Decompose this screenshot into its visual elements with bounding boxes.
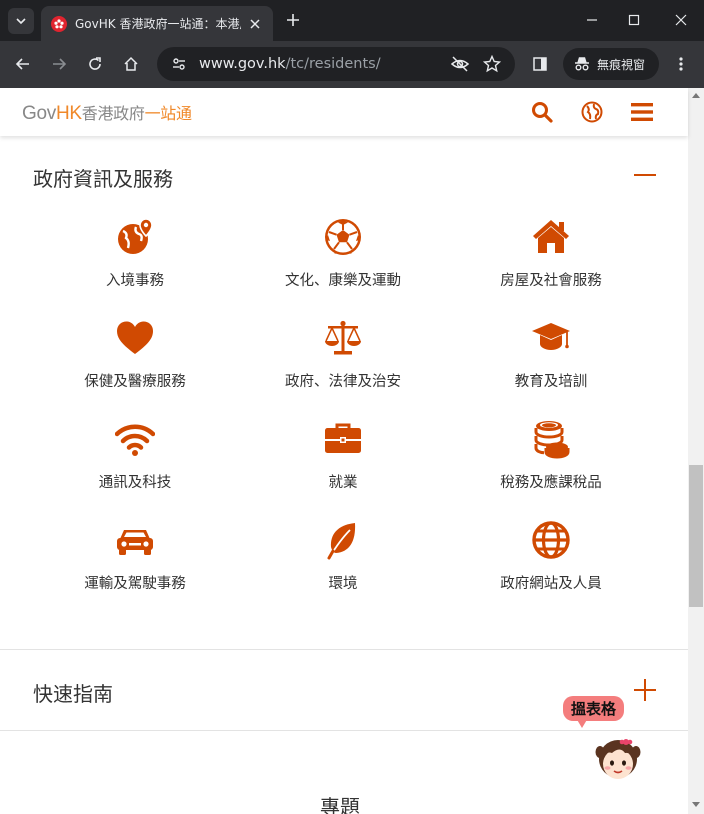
- incognito-label: 無痕視窗: [597, 57, 646, 72]
- logo-name-part1: 香港政府: [81, 104, 145, 123]
- browser-window: GovHK 香港政府一站通：本港居民: [0, 0, 704, 814]
- collapse-minus-icon[interactable]: [632, 162, 658, 188]
- service-label: 運輸及駕駛事務: [84, 576, 186, 592]
- service-label: 文化、康樂及運動: [285, 273, 401, 289]
- url-host: www.gov.hk: [199, 56, 286, 72]
- form-finder-bubble[interactable]: 搵表格: [563, 696, 625, 721]
- house-icon: [529, 215, 573, 259]
- leaf-icon: [321, 518, 365, 562]
- close-window-button[interactable]: [666, 6, 696, 34]
- girl-mascot-icon[interactable]: [592, 732, 644, 784]
- url-text[interactable]: www.gov.hk/tc/residents/: [199, 56, 439, 72]
- service-label: 環境: [328, 576, 358, 592]
- service-label: 稅務及應課稅品: [500, 475, 602, 491]
- scroll-up-arrow-icon[interactable]: [688, 88, 704, 102]
- back-button[interactable]: [10, 51, 36, 77]
- service-employment[interactable]: 就業: [243, 417, 443, 492]
- service-education[interactable]: 教育及培訓: [451, 316, 651, 391]
- service-transport-driving[interactable]: 運輸及駕駛事務: [35, 518, 235, 593]
- service-label: 政府網站及人員: [500, 576, 602, 592]
- tab-strip: GovHK 香港政府一站通：本港居民: [0, 0, 704, 41]
- service-label: 保健及醫療服務: [84, 374, 186, 390]
- menu-button[interactable]: [668, 51, 694, 77]
- service-housing-social[interactable]: 房屋及社會服務: [451, 215, 651, 290]
- soccer-ball-icon: [321, 215, 365, 259]
- scroll-down-arrow-icon[interactable]: [688, 798, 704, 812]
- section-title-quick-guide[interactable]: 快速指南: [33, 678, 113, 707]
- bubble-tail: [576, 718, 588, 728]
- logo-name-part2: 一站通: [144, 104, 192, 123]
- browser-tab[interactable]: GovHK 香港政府一站通：本港居民: [41, 6, 273, 41]
- bookmark-star-icon[interactable]: [481, 53, 503, 75]
- section-title-topics: 專題: [320, 795, 360, 814]
- service-immigration[interactable]: 入境事務: [35, 215, 235, 290]
- maximize-button[interactable]: [619, 6, 649, 34]
- briefcase-icon: [321, 417, 365, 461]
- scales-icon: [321, 316, 365, 360]
- service-label: 通訊及科技: [98, 475, 172, 491]
- tab-title: GovHK 香港政府一站通：本港居民: [75, 17, 241, 31]
- expand-plus-icon[interactable]: [632, 677, 658, 703]
- heart-icon: [113, 316, 157, 360]
- logo-hk: HK: [55, 103, 82, 124]
- browser-toolbar: www.gov.hk/tc/residents/ 無痕視窗: [0, 41, 704, 88]
- globe-icon: [529, 518, 573, 562]
- side-panel-button[interactable]: [527, 51, 553, 77]
- section-divider: [0, 649, 688, 650]
- section-divider: [0, 730, 688, 731]
- service-environment[interactable]: 環境: [243, 518, 443, 593]
- reload-button[interactable]: [82, 51, 108, 77]
- url-path: /tc/residents/: [285, 56, 381, 72]
- side-panel-icon: [533, 57, 547, 71]
- wifi-icon: [113, 417, 157, 461]
- globe-pin-icon: [113, 215, 157, 259]
- hk-emblem-icon: [51, 15, 67, 32]
- forward-button[interactable]: [46, 51, 72, 77]
- service-label: 教育及培訓: [514, 374, 588, 390]
- service-label: 房屋及社會服務: [500, 273, 602, 289]
- service-label: 就業: [328, 475, 358, 491]
- reload-icon: [89, 57, 101, 70]
- tab-search-button[interactable]: [8, 8, 34, 34]
- site-header: GovHK香港政府一站通: [0, 88, 688, 136]
- minimize-button[interactable]: [577, 6, 607, 34]
- arrow-left-icon: [15, 58, 29, 70]
- service-health[interactable]: 保健及醫療服務: [35, 316, 235, 391]
- coins-icon: [529, 417, 573, 461]
- web-page: GovHK香港政府一站通 政府資訊及服務 入境事務 文化、康樂及運動 房屋及社會…: [0, 88, 704, 814]
- hamburger-menu-icon[interactable]: [629, 99, 655, 125]
- page-scrollbar[interactable]: [688, 88, 704, 814]
- tab-close-icon[interactable]: [247, 16, 263, 32]
- section-title-gov-info[interactable]: 政府資訊及服務: [33, 163, 173, 192]
- incognito-icon: [575, 57, 589, 71]
- service-label: 入境事務: [106, 273, 164, 289]
- new-tab-button[interactable]: [283, 10, 303, 30]
- kebab-menu-icon: [679, 57, 683, 71]
- service-tax-dutiable[interactable]: 稅務及應課稅品: [451, 417, 651, 492]
- graduation-cap-icon: [529, 316, 573, 360]
- plus-icon: [287, 14, 299, 26]
- eye-off-icon[interactable]: [449, 53, 471, 75]
- car-icon: [113, 518, 157, 562]
- service-culture-leisure-sports[interactable]: 文化、康樂及運動: [243, 215, 443, 290]
- home-icon: [124, 56, 138, 71]
- govhk-logo[interactable]: GovHK香港政府一站通: [22, 100, 192, 125]
- incognito-indicator[interactable]: 無痕視窗: [563, 48, 659, 80]
- address-bar[interactable]: www.gov.hk/tc/residents/: [157, 47, 515, 81]
- site-settings-icon[interactable]: [169, 54, 189, 74]
- arrow-right-icon: [53, 58, 67, 70]
- logo-gov: Gov: [22, 103, 56, 124]
- search-icon[interactable]: [529, 99, 555, 125]
- chevron-down-icon: [16, 18, 26, 25]
- service-label: 政府、法律及治安: [285, 374, 401, 390]
- service-gov-websites-staff[interactable]: 政府網站及人員: [451, 518, 651, 593]
- language-globe-icon[interactable]: [579, 99, 605, 125]
- service-communications-tech[interactable]: 通訊及科技: [35, 417, 235, 492]
- service-government-law[interactable]: 政府、法律及治安: [243, 316, 443, 391]
- scrollbar-thumb[interactable]: [689, 465, 703, 607]
- home-button[interactable]: [118, 51, 144, 77]
